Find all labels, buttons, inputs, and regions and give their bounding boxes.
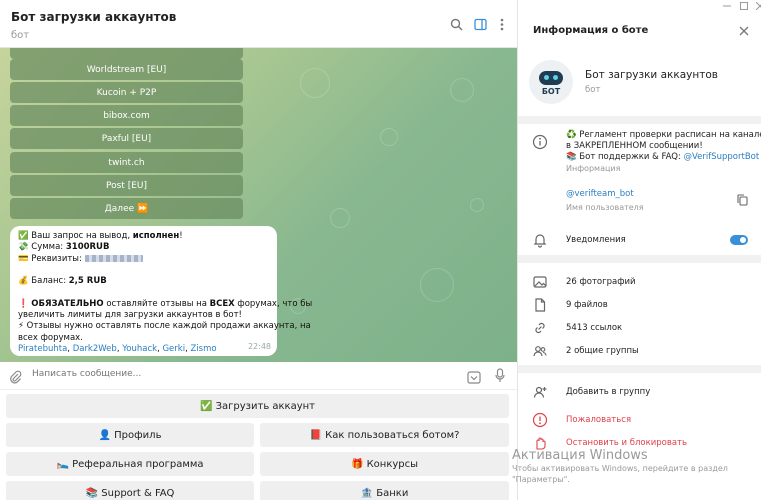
attach-icon[interactable]	[9, 369, 22, 388]
message-line: ✅ Ваш запрос на вывод, исполнен!	[18, 231, 183, 241]
avatar-text: БОТ	[541, 86, 561, 96]
inline-button-hidden[interactable]	[10, 48, 243, 59]
common-groups[interactable]: 2 общие группы	[566, 346, 639, 356]
avatar[interactable]: БОТ	[529, 60, 573, 104]
bot-info-panel: Информация о боте БОТ Бот загрузки аккау…	[517, 0, 761, 500]
link-icon	[535, 322, 545, 334]
chat-subtitle: бот	[11, 30, 30, 41]
bot-kind: бот	[585, 85, 601, 95]
support-faq-button[interactable]: 📚 Support & FAQ	[6, 481, 254, 500]
link-piratebuhta[interactable]: Piratebuhta	[18, 344, 67, 354]
inline-button-next[interactable]: Далее ⏩	[10, 198, 243, 219]
report-button[interactable]: Пожаловаться	[566, 415, 631, 425]
message-bubble: ✅ Ваш запрос на вывод, исполнен! 💸 Сумма…	[10, 226, 313, 356]
bot-name: Бот загрузки аккаунтов	[585, 69, 718, 81]
add-to-group-button[interactable]: Добавить в группу	[566, 387, 650, 397]
bot-description: ♻️ Регламент проверки расписан на канале…	[566, 130, 761, 173]
window-close-icon[interactable]	[756, 2, 761, 10]
chat-panel: Бот загрузки аккаунтов бот Worldstream […	[0, 0, 517, 500]
maximize-icon[interactable]	[740, 2, 748, 10]
bell-icon	[533, 234, 547, 248]
redacted-details	[84, 254, 143, 262]
link-zismo[interactable]: Zismo	[190, 344, 216, 354]
info-icon	[532, 134, 548, 150]
groups-icon	[533, 346, 547, 357]
notifications-label: Уведомления	[566, 235, 626, 245]
links-count[interactable]: 5413 ссылок	[566, 323, 622, 333]
windows-activation-watermark: Активация Windows Чтобы активировать Win…	[512, 448, 752, 485]
message-line: 💳 Реквизиты:	[18, 254, 269, 265]
message-input[interactable]	[32, 369, 412, 379]
inline-button-post[interactable]: Post [EU]	[10, 175, 243, 196]
minimize-icon[interactable]	[723, 5, 731, 7]
report-icon	[532, 412, 548, 428]
watermark-title: Активация Windows	[512, 448, 648, 463]
reply-keyboard: ✅ Загрузить аккаунт 👤 Профиль 📕 Как поль…	[0, 390, 517, 500]
divider	[518, 116, 761, 124]
close-icon[interactable]	[737, 24, 751, 38]
files-count[interactable]: 9 файлов	[566, 300, 608, 310]
about-label: Информация	[566, 164, 621, 173]
watermark-text: Чтобы активировать Windows, перейдите в …	[512, 464, 728, 473]
referral-button[interactable]: 🛌 Реферальная программа	[6, 452, 254, 476]
message-line: увеличить лимиты для загрузки аккаунтов …	[18, 310, 242, 321]
username[interactable]: @verifteam_bot	[566, 189, 634, 199]
microphone-icon[interactable]	[495, 368, 505, 387]
how-to-use-button[interactable]: 📕 Как пользоваться ботом?	[260, 423, 509, 447]
robot-icon	[539, 70, 563, 85]
message-line: 💸 Сумма: 3100RUB	[18, 242, 110, 253]
inline-button-worldstream[interactable]: Worldstream [EU]	[10, 59, 243, 80]
chat-title[interactable]: Бот загрузки аккаунтов	[11, 10, 176, 24]
link-gerki[interactable]: Gerki	[162, 344, 185, 354]
username-label: Имя пользователя	[566, 203, 644, 212]
link-dark2web[interactable]: Dark2Web	[73, 344, 117, 354]
divider	[518, 255, 761, 263]
sidebar-toggle-icon[interactable]	[470, 14, 490, 34]
profile-button[interactable]: 👤 Профиль	[6, 423, 254, 447]
message-line: 💰 Баланс: 2,5 RUB	[18, 276, 107, 287]
more-options-icon[interactable]	[492, 14, 512, 34]
upload-account-button[interactable]: ✅ Загрузить аккаунт	[6, 394, 509, 418]
file-icon	[535, 298, 546, 312]
stop-and-block-button[interactable]: Остановить и блокировать	[566, 438, 687, 448]
add-user-icon	[533, 386, 547, 398]
info-title: Информация о боте	[533, 25, 649, 36]
chat-header[interactable]: Бот загрузки аккаунтов бот	[0, 0, 517, 48]
composer	[0, 362, 517, 390]
message-time: 22:48	[247, 341, 271, 351]
photos-count[interactable]: 26 фотографий	[566, 277, 636, 287]
divider	[518, 365, 761, 373]
message-line: ❗ ОБЯЗАТЕЛЬНО оставляйте отзывы на ВСЕХ …	[18, 298, 313, 309]
banks-button[interactable]: 🏦 Банки	[260, 481, 509, 500]
support-bot-link[interactable]: @VerifSupportBot	[684, 152, 760, 162]
notifications-toggle[interactable]	[730, 235, 748, 245]
bot-keyboard-icon[interactable]	[467, 369, 481, 388]
message-links: Piratebuhta, Dark2Web, Youhack, Gerki, Z…	[18, 343, 217, 354]
contests-button[interactable]: 🎁 Конкурсы	[260, 452, 509, 476]
message-blank	[18, 287, 269, 298]
message-line: всех форумах.	[18, 332, 83, 343]
copy-icon[interactable]	[737, 194, 748, 206]
inline-button-bibox[interactable]: bibox.com	[10, 105, 243, 126]
watermark-text: "Параметры".	[512, 475, 570, 484]
message-blank	[18, 265, 269, 276]
inline-button-paxful[interactable]: Paxful [EU]	[10, 128, 243, 149]
search-icon[interactable]	[446, 14, 466, 34]
inline-button-twint[interactable]: twint.ch	[10, 152, 243, 173]
message-line: ⚡ Отзывы нужно оставлять после каждой пр…	[18, 321, 311, 332]
photo-icon	[533, 276, 547, 288]
link-youhack[interactable]: Youhack	[122, 344, 157, 354]
inline-button-kucoin[interactable]: Kucoin + P2P	[10, 82, 243, 103]
